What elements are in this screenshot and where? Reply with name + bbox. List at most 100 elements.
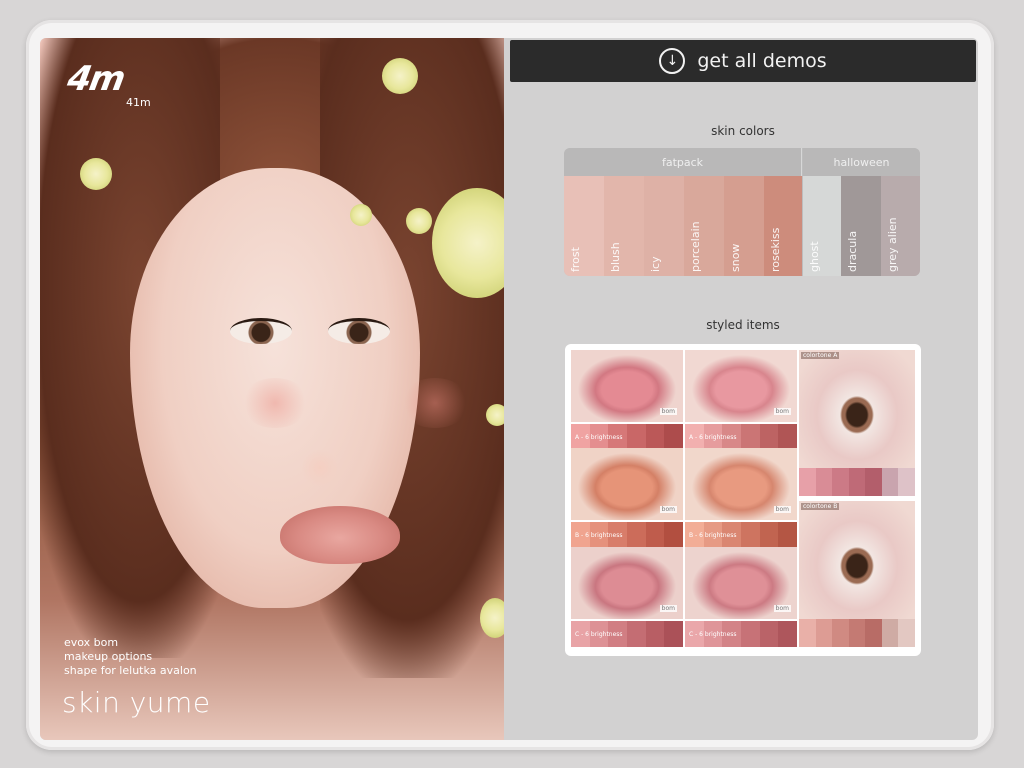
- eyeshadow-step[interactable]: [865, 468, 882, 496]
- face-shape: [130, 168, 470, 608]
- skin-color-palette: fatpack halloween frost blush icy porcelain…: [564, 148, 920, 276]
- swatch-porcelain[interactable]: porcelain: [684, 176, 724, 276]
- lip-swatch-tile[interactable]: bom A - 6 brightness: [571, 350, 683, 450]
- swatch-icy[interactable]: icy: [644, 176, 684, 276]
- eyeshadow-step[interactable]: [799, 619, 816, 647]
- get-all-demos-label: get all demos: [697, 50, 827, 72]
- lip-swatch-tile[interactable]: bom B - 6 brightness: [571, 448, 683, 548]
- logo-mark: 4m: [64, 59, 127, 99]
- group-header-fatpack: fatpack: [564, 148, 802, 176]
- brightness-step[interactable]: [759, 621, 779, 647]
- brightness-label: C - 6 brightness: [575, 631, 623, 638]
- swatch-dracula[interactable]: dracula: [841, 176, 881, 276]
- swatch-label: frost: [569, 247, 582, 272]
- brightness-step[interactable]: [741, 424, 760, 450]
- poster-image: 4m 41m evox bom makeup options shape for…: [40, 38, 504, 740]
- flower-icon: [406, 208, 432, 234]
- brightness-label: A - 6 brightness: [575, 434, 623, 441]
- eye-image: [799, 501, 915, 619]
- flower-icon: [382, 58, 418, 94]
- eye-shape: [328, 318, 390, 344]
- swatch-blush[interactable]: blush: [604, 176, 644, 276]
- eyeshadow-step[interactable]: [815, 468, 833, 496]
- swatch-label: porcelain: [689, 221, 702, 272]
- brightness-step[interactable]: [645, 424, 665, 450]
- eyeshadow-step[interactable]: [881, 468, 899, 496]
- group-header-halloween: halloween: [803, 148, 920, 176]
- eyeshadow-step[interactable]: [815, 619, 833, 647]
- eyeshadow-step[interactable]: [865, 619, 882, 647]
- swatch-rosekiss[interactable]: rosekiss: [764, 176, 802, 276]
- brightness-label: B - 6 brightness: [689, 532, 737, 539]
- download-icon: ↓: [659, 48, 686, 74]
- flower-icon: [486, 404, 504, 426]
- info-line: evox bom: [64, 636, 119, 649]
- brightness-step[interactable]: [778, 522, 797, 548]
- swatch-label: grey alien: [886, 217, 899, 272]
- eyeshadow-step[interactable]: [799, 468, 816, 496]
- bom-tag: bom: [659, 605, 677, 612]
- blush-shape: [400, 378, 470, 428]
- brightness-step[interactable]: [645, 621, 665, 647]
- eyeshadow-step[interactable]: [898, 619, 915, 647]
- info-line: makeup options: [64, 650, 153, 663]
- bom-tag: bom: [773, 506, 791, 513]
- lip-swatch-tile[interactable]: bom C - 6 brightness: [685, 547, 797, 647]
- eyeshadow-strip: [799, 468, 915, 496]
- screen: 4m 41m evox bom makeup options shape for…: [40, 38, 978, 740]
- swatch-label: ghost: [808, 241, 821, 272]
- logo-subtext: 41m: [126, 96, 151, 109]
- lip-swatch-tile[interactable]: bom B - 6 brightness: [685, 448, 797, 548]
- brand-logo: 4m 41m: [64, 59, 151, 109]
- flower-icon: [80, 158, 112, 190]
- eyeshadow-step[interactable]: [898, 468, 915, 496]
- bom-tag: bom: [659, 506, 677, 513]
- styled-items-title: styled items: [706, 318, 780, 332]
- swatch-ghost[interactable]: ghost: [803, 176, 841, 276]
- brightness-step[interactable]: [627, 621, 646, 647]
- flower-icon: [480, 598, 504, 638]
- brightness-step[interactable]: [664, 424, 683, 450]
- lip-swatch-tile[interactable]: bom A - 6 brightness: [685, 350, 797, 450]
- bom-tag: bom: [773, 408, 791, 415]
- get-all-demos-button[interactable]: ↓ get all demos: [510, 40, 976, 82]
- brightness-step[interactable]: [741, 621, 760, 647]
- eyeshadow-step[interactable]: [881, 619, 899, 647]
- brightness-step[interactable]: [627, 522, 646, 548]
- swatch-snow[interactable]: snow: [724, 176, 764, 276]
- eyeshadow-step[interactable]: [848, 468, 866, 496]
- swatch-grey-alien[interactable]: grey alien: [881, 176, 920, 276]
- lips-shape: [280, 506, 400, 564]
- swatch-frost[interactable]: frost: [564, 176, 604, 276]
- eyeshadow-tile[interactable]: colortone A: [799, 350, 915, 497]
- brightness-step[interactable]: [759, 424, 779, 450]
- brightness-step[interactable]: [627, 424, 646, 450]
- brightness-step[interactable]: [664, 621, 683, 647]
- poster-info: evox bom makeup options shape for lelutk…: [64, 636, 197, 678]
- swatch-label: icy: [649, 256, 662, 272]
- brightness-step[interactable]: [664, 522, 683, 548]
- swatch-label: dracula: [846, 230, 859, 272]
- brightness-label: B - 6 brightness: [575, 532, 623, 539]
- brightness-step[interactable]: [759, 522, 779, 548]
- eyeshadow-step[interactable]: [832, 468, 849, 496]
- brightness-step[interactable]: [778, 621, 797, 647]
- eye-shape: [230, 318, 292, 344]
- info-line: shape for lelutka avalon: [64, 664, 197, 677]
- poster-title: skin yume: [62, 686, 211, 719]
- eyeshadow-tile[interactable]: colortone B: [799, 501, 915, 648]
- brightness-step[interactable]: [645, 522, 665, 548]
- swatch-label: blush: [609, 242, 622, 272]
- skin-colors-title: skin colors: [711, 124, 775, 138]
- swatch-label: snow: [729, 243, 742, 272]
- nose-shape: [302, 448, 338, 488]
- brightness-step[interactable]: [741, 522, 760, 548]
- styled-items-panel: bom A - 6 brightness bom A - 6 brightness bo…: [565, 344, 921, 656]
- lip-swatch-tile[interactable]: bom C - 6 brightness: [571, 547, 683, 647]
- brightness-step[interactable]: [778, 424, 797, 450]
- brightness-label: C - 6 brightness: [689, 631, 737, 638]
- blush-shape: [240, 378, 310, 428]
- swatch-label: rosekiss: [769, 227, 782, 272]
- eyeshadow-step[interactable]: [832, 619, 849, 647]
- eyeshadow-step[interactable]: [848, 619, 866, 647]
